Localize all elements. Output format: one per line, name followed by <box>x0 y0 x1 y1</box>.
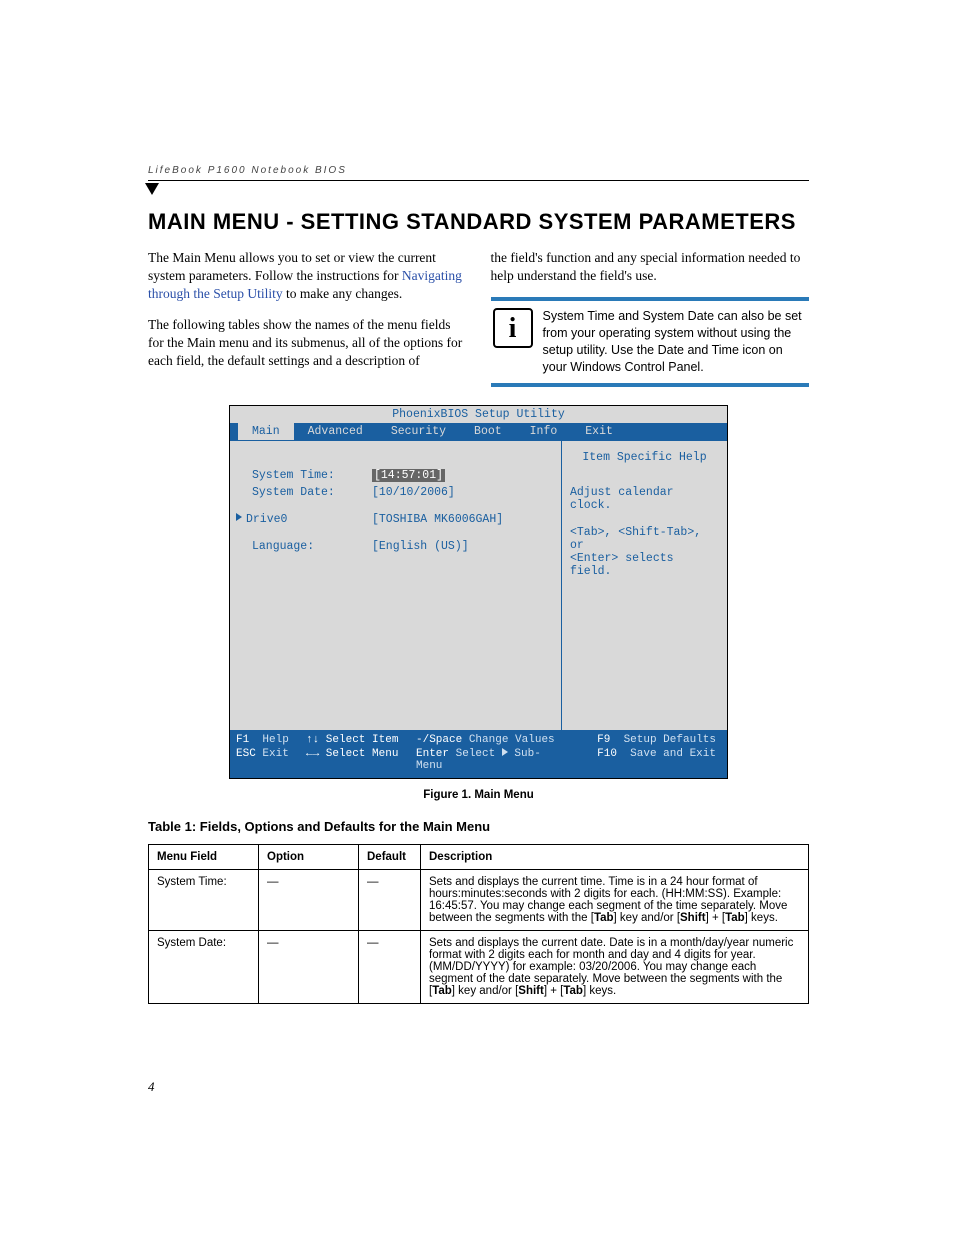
change-values-hint: -/Space Change Values <box>416 734 566 746</box>
system-date-value[interactable]: [10/10/2006] <box>372 486 455 499</box>
info-icon: i <box>493 308 533 348</box>
tab-main[interactable]: Main <box>238 423 294 440</box>
select-menu-hint: ←→ Select Menu <box>306 748 416 772</box>
help-title: Item Specific Help <box>570 451 719 464</box>
drive0-label-text: Drive0 <box>246 513 287 526</box>
running-head: LifeBook P1600 Notebook BIOS <box>148 165 809 176</box>
fields-table: Menu Field Option Default Description Sy… <box>148 844 809 1004</box>
intro-text-tail: to make any changes. <box>283 286 403 301</box>
language-label: Language: <box>252 540 372 553</box>
note-text: System Time and System Date can also be … <box>543 308 808 376</box>
cell-menu-field: System Time: <box>149 869 259 930</box>
intro-paragraph-2-cont: the field's function and any special inf… <box>491 249 810 285</box>
table-row: System Time:——Sets and displays the curr… <box>149 869 809 930</box>
intro-text: The Main Menu allows you to set or view … <box>148 250 436 283</box>
cell-menu-field: System Date: <box>149 930 259 1003</box>
tab-exit[interactable]: Exit <box>571 423 627 440</box>
select-item-hint: ↑↓ Select Item <box>306 734 416 746</box>
table-header-row: Menu Field Option Default Description <box>149 844 809 869</box>
tab-security[interactable]: Security <box>377 423 460 440</box>
language-row: Language: [English (US)] <box>252 540 551 553</box>
intro-columns: The Main Menu allows you to set or view … <box>148 249 809 387</box>
enter-submenu-hint: Enter Select Sub-Menu <box>416 748 566 772</box>
bios-help-panel: Item Specific Help Adjust calendar clock… <box>562 440 727 730</box>
page-number: 4 <box>148 1079 155 1095</box>
tab-info[interactable]: Info <box>516 423 572 440</box>
intro-paragraph-1: The Main Menu allows you to set or view … <box>148 249 467 304</box>
th-description: Description <box>421 844 809 869</box>
th-option: Option <box>259 844 359 869</box>
table-row: System Date:——Sets and displays the curr… <box>149 930 809 1003</box>
f10-hint: F10 Save and Exit <box>566 748 716 772</box>
drive0-label: Drive0 <box>236 513 372 526</box>
cell-default: — <box>359 930 421 1003</box>
help-line-1: Adjust calendar clock. <box>570 486 719 512</box>
corner-triangle-icon <box>145 183 159 195</box>
drive0-value: [TOSHIBA MK6006GAH] <box>372 513 503 526</box>
system-date-label: System Date: <box>252 486 372 499</box>
tab-boot[interactable]: Boot <box>460 423 516 440</box>
help-line-2: <Tab>, <Shift-Tab>, or <box>570 526 719 552</box>
system-time-row: System Time: [14:57:01] <box>252 469 551 482</box>
info-note-box: i System Time and System Date can also b… <box>491 297 810 387</box>
document-page: LifeBook P1600 Notebook BIOS MAIN MENU -… <box>0 0 954 1235</box>
cell-option: — <box>259 869 359 930</box>
tab-advanced[interactable]: Advanced <box>294 423 377 440</box>
help-line-3: <Enter> selects field. <box>570 552 719 578</box>
th-default: Default <box>359 844 421 869</box>
figure-caption: Figure 1. Main Menu <box>148 789 809 801</box>
intro-paragraph-2: The following tables show the names of t… <box>148 316 467 371</box>
cell-option: — <box>259 930 359 1003</box>
page-title: MAIN MENU - SETTING STANDARD SYSTEM PARA… <box>148 209 809 235</box>
cell-description: Sets and displays the current time. Time… <box>421 869 809 930</box>
bios-screenshot: PhoenixBIOS Setup Utility Main Advanced … <box>229 405 728 779</box>
bios-footer: F1 Help ↑↓ Select Item -/Space Change Va… <box>230 730 727 778</box>
submenu-triangle-icon <box>236 513 242 521</box>
f1-key: F1 Help <box>236 734 306 746</box>
cell-description: Sets and displays the current date. Date… <box>421 930 809 1003</box>
table-title: Table 1: Fields, Options and Defaults fo… <box>148 819 809 834</box>
bios-main-panel: System Time: [14:57:01] System Date: [10… <box>230 440 562 730</box>
head-rule <box>148 180 809 181</box>
esc-key: ESC Exit <box>236 748 306 772</box>
bios-utility-title: PhoenixBIOS Setup Utility <box>230 406 727 423</box>
bios-tabs: Main Advanced Security Boot Info Exit <box>230 423 727 440</box>
system-date-row: System Date: [10/10/2006] <box>252 486 551 499</box>
language-value[interactable]: [English (US)] <box>372 540 469 553</box>
drive0-row[interactable]: Drive0 [TOSHIBA MK6006GAH] <box>236 513 551 526</box>
system-time-label: System Time: <box>252 469 372 482</box>
cell-default: — <box>359 869 421 930</box>
th-menu-field: Menu Field <box>149 844 259 869</box>
system-time-value[interactable]: [14:57:01] <box>372 469 445 482</box>
submenu-triangle-icon <box>502 748 508 756</box>
f9-hint: F9 Setup Defaults <box>566 734 716 746</box>
bios-body: System Time: [14:57:01] System Date: [10… <box>230 440 727 730</box>
